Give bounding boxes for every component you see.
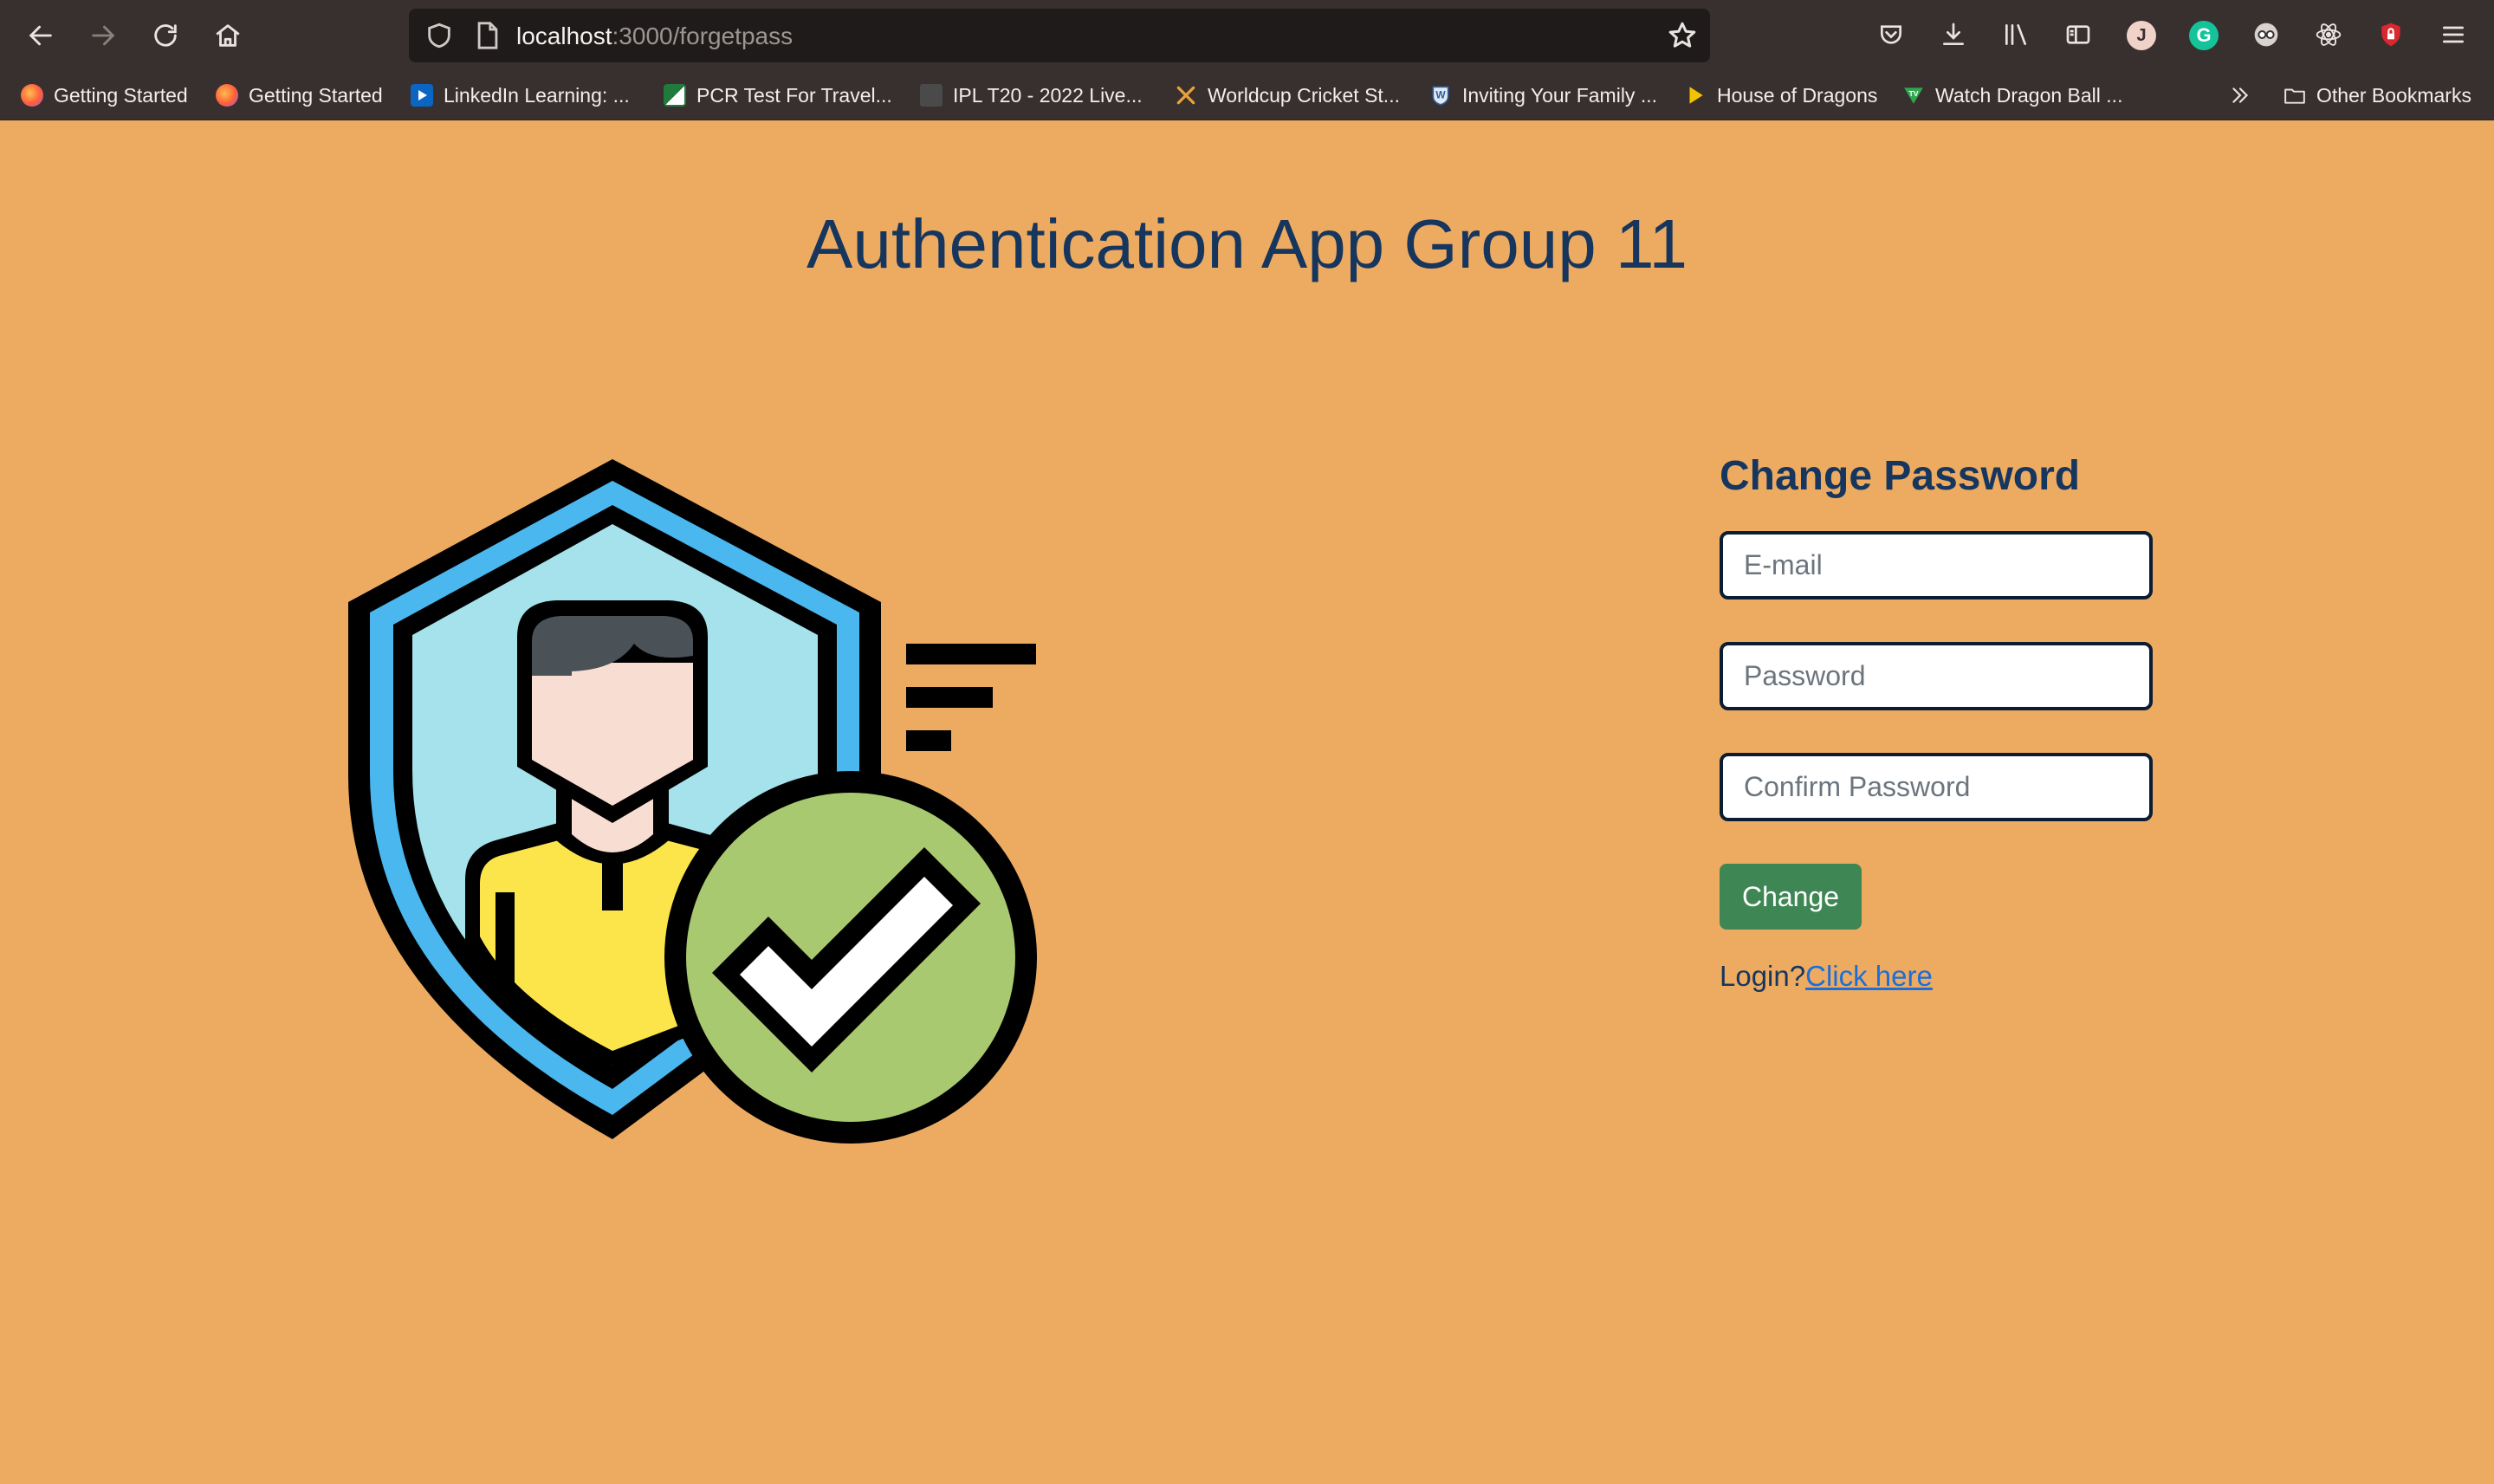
url-path: :3000/forgetpass bbox=[612, 23, 794, 49]
bookmark-linkedin-learning[interactable]: LinkedIn Learning: ... bbox=[411, 81, 630, 109]
grammarly-extension-icon[interactable]: G bbox=[2189, 21, 2219, 50]
bookmark-getting-started-2[interactable]: Getting Started bbox=[216, 81, 383, 109]
crossed-bats-icon bbox=[1176, 86, 1195, 105]
bookmark-label: LinkedIn Learning: ... bbox=[444, 83, 630, 107]
sidebar-icon bbox=[2066, 25, 2090, 44]
react-icon bbox=[2316, 23, 2342, 46]
bookmark-label: IPL T20 - 2022 Live... bbox=[953, 83, 1143, 107]
tv-icon bbox=[920, 84, 943, 107]
bookmark-star-icon[interactable] bbox=[1667, 20, 1698, 51]
url-text[interactable]: localhost:3000/forgetpass bbox=[516, 22, 793, 51]
home-icon bbox=[216, 24, 240, 47]
reload-icon bbox=[154, 24, 177, 47]
change-password-heading: Change Password bbox=[1720, 453, 2081, 499]
back-button[interactable] bbox=[19, 14, 62, 57]
bookmark-worldcup-cricket[interactable]: Worldcup Cricket St... bbox=[1175, 81, 1400, 109]
play-icon bbox=[1689, 87, 1703, 104]
double-chevron-right-icon bbox=[2232, 87, 2249, 103]
account-avatar[interactable]: J bbox=[2127, 21, 2156, 50]
other-bookmarks-label: Other Bookmarks bbox=[2316, 83, 2471, 107]
pocket-icon bbox=[1881, 25, 1901, 44]
bookmarks-toolbar: Getting Started Getting Started LinkedIn… bbox=[0, 71, 2494, 120]
app-menu-button[interactable] bbox=[2436, 17, 2471, 52]
download-icon bbox=[1943, 23, 1964, 45]
svg-text:TV: TV bbox=[1908, 89, 1918, 98]
firefox-icon bbox=[216, 84, 238, 107]
tv-badge-icon: TV bbox=[1904, 87, 1923, 104]
arrow-left-icon bbox=[29, 25, 52, 46]
forward-button[interactable] bbox=[81, 14, 125, 57]
change-button[interactable]: Change bbox=[1720, 864, 1862, 930]
reload-button[interactable] bbox=[144, 14, 187, 57]
other-bookmarks-folder[interactable]: Other Bookmarks bbox=[2283, 81, 2471, 109]
wp-icon: W bbox=[1432, 86, 1449, 106]
bookmark-label: PCR Test For Travel... bbox=[696, 83, 892, 107]
bookmark-label: House of Dragons bbox=[1717, 83, 1878, 107]
downloads-button[interactable] bbox=[1936, 17, 1971, 52]
red-shield-lock-icon bbox=[2381, 23, 2400, 47]
linkedin-learning-icon bbox=[411, 84, 433, 107]
login-prompt-text: Login? bbox=[1720, 960, 1806, 992]
bookmark-inviting-family[interactable]: W Inviting Your Family ... bbox=[1429, 81, 1657, 109]
verified-user-shield-illustration bbox=[348, 459, 1037, 1144]
glasses-extension-button[interactable] bbox=[2249, 17, 2283, 52]
arrow-right-icon bbox=[92, 25, 115, 46]
email-field[interactable] bbox=[1720, 531, 2153, 599]
folder-icon bbox=[2284, 88, 2305, 104]
url-bar[interactable]: localhost:3000/forgetpass bbox=[409, 9, 1710, 62]
bookmark-label: Getting Started bbox=[54, 83, 188, 107]
svg-text:W: W bbox=[1435, 88, 1446, 100]
login-prompt: Login?Click here bbox=[1720, 960, 1933, 993]
bookmark-label: Watch Dragon Ball ... bbox=[1935, 83, 2123, 107]
bookmark-ipl-t20[interactable]: IPL T20 - 2022 Live... bbox=[920, 81, 1143, 109]
home-button[interactable] bbox=[206, 14, 249, 57]
page-info-icon[interactable] bbox=[475, 21, 501, 50]
browser-toolbar: localhost:3000/forgetpass J G bbox=[0, 0, 2494, 71]
sidebar-button[interactable] bbox=[2061, 17, 2096, 52]
firefox-icon bbox=[21, 84, 43, 107]
bookmark-pcr-test[interactable]: PCR Test For Travel... bbox=[664, 81, 892, 109]
confirm-password-field[interactable] bbox=[1720, 753, 2153, 821]
bookmark-label: Worldcup Cricket St... bbox=[1208, 83, 1400, 107]
bookmark-getting-started-1[interactable]: Getting Started bbox=[21, 81, 188, 109]
pocket-button[interactable] bbox=[1874, 17, 1908, 52]
more-bookmarks-button[interactable] bbox=[2229, 81, 2262, 109]
bookmark-house-of-dragons[interactable]: House of Dragons bbox=[1684, 81, 1877, 109]
glasses-icon bbox=[2254, 23, 2278, 47]
bookmark-dragon-ball[interactable]: TV Watch Dragon Ball ... bbox=[1902, 81, 2122, 109]
password-field[interactable] bbox=[1720, 642, 2153, 710]
bookmark-label: Inviting Your Family ... bbox=[1462, 83, 1657, 107]
login-link[interactable]: Click here bbox=[1805, 960, 1933, 992]
hamburger-menu-icon bbox=[2443, 26, 2464, 43]
page-title: Authentication App Group 11 bbox=[806, 205, 1688, 282]
tracking-shield-icon[interactable] bbox=[424, 21, 454, 50]
url-host: localhost bbox=[516, 23, 612, 49]
bookmark-label: Getting Started bbox=[249, 83, 383, 107]
library-icon bbox=[2005, 24, 2026, 45]
privacy-extension-button[interactable] bbox=[2374, 17, 2408, 52]
pcr-site-icon bbox=[664, 84, 686, 107]
library-button[interactable] bbox=[1998, 17, 2033, 52]
react-devtools-button[interactable] bbox=[2311, 17, 2346, 52]
